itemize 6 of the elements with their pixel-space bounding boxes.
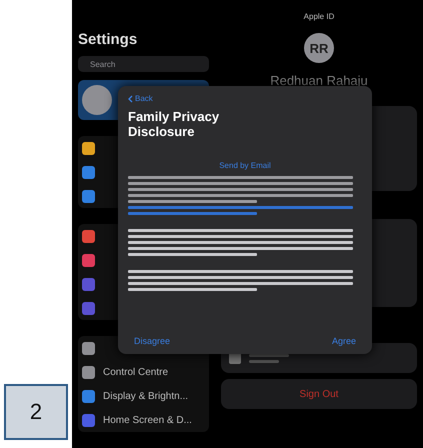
avatar: RR [304, 33, 334, 63]
pane-title: Apple ID [304, 12, 334, 21]
settings-title: Settings [78, 30, 138, 50]
sheet-title: Family Privacy Disclosure [128, 109, 220, 139]
page-number-badge: 2 [4, 384, 68, 440]
account-name: Redhuan Rahaju [270, 73, 368, 88]
